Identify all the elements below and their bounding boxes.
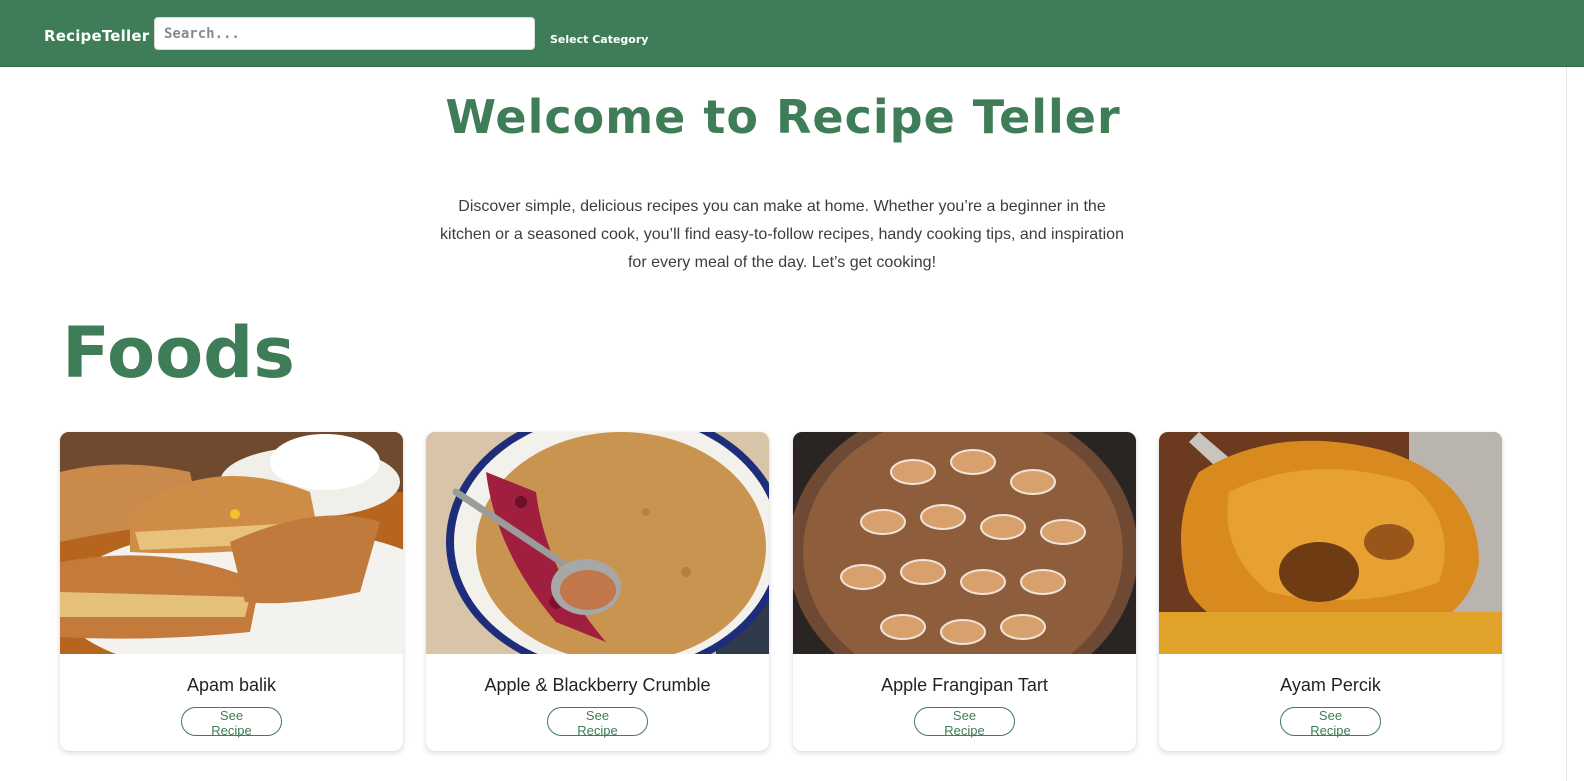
ayam-percik-photo[interactable]	[1159, 432, 1502, 654]
search-input[interactable]	[154, 17, 535, 50]
section-title-foods: Foods	[62, 312, 295, 394]
card-title[interactable]: Apple & Blackberry Crumble	[426, 675, 769, 696]
hero-description: Discover simple, delicious recipes you c…	[440, 198, 1124, 271]
card-title[interactable]: Apam balik	[60, 675, 403, 696]
apam-balik-photo[interactable]	[60, 432, 403, 654]
page-title: Welcome to Recipe Teller	[445, 90, 1121, 144]
see-recipe-button[interactable]: See Recipe	[181, 707, 282, 738]
recipe-card: Apple Frangipan Tart See Recipe	[793, 432, 1136, 751]
select-category-dropdown[interactable]: Select Category	[550, 33, 648, 46]
vertical-scrollbar[interactable]	[1566, 67, 1584, 781]
top-navbar: RecipeTeller Select Category	[0, 0, 1584, 67]
recipe-card: Apam balik See Recipe	[60, 432, 403, 751]
recipe-card: Apple & Blackberry Crumble See Recipe	[426, 432, 769, 751]
card-title[interactable]: Ayam Percik	[1159, 675, 1502, 696]
recipe-card: Ayam Percik See Recipe	[1159, 432, 1502, 751]
brand-logo[interactable]: RecipeTeller	[44, 27, 149, 45]
card-title[interactable]: Apple Frangipan Tart	[793, 675, 1136, 696]
tart-photo[interactable]	[793, 432, 1136, 654]
crumble-photo[interactable]	[426, 432, 769, 654]
see-recipe-button[interactable]: See Recipe	[914, 707, 1015, 738]
see-recipe-button[interactable]: See Recipe	[1280, 707, 1381, 738]
see-recipe-button[interactable]: See Recipe	[547, 707, 648, 738]
